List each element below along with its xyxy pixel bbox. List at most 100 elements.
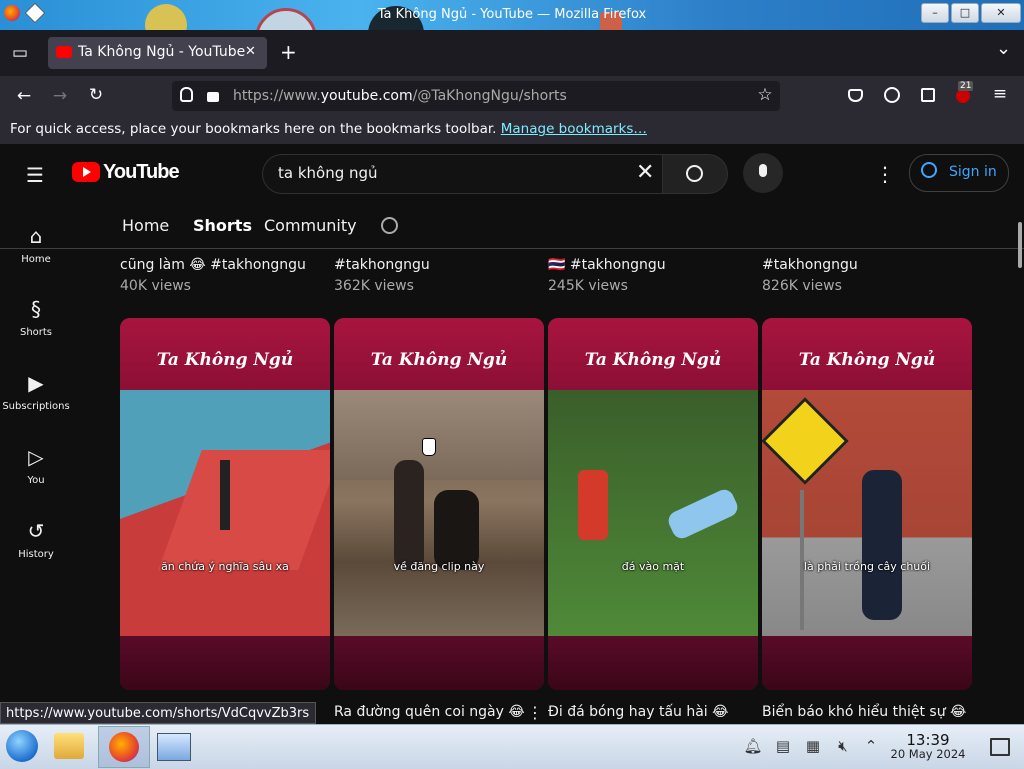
clipboard-icon[interactable]: ▤ xyxy=(773,737,793,755)
reload-button[interactable]: ↻ xyxy=(84,85,108,105)
close-tab-icon[interactable]: ✕ xyxy=(245,44,256,59)
firefox-view-icon[interactable]: ▭ xyxy=(8,43,32,63)
thumbnail-caption: về đăng clip này xyxy=(393,560,485,573)
updates-icon[interactable]: ▦ xyxy=(803,737,823,755)
notification-bell-icon[interactable]: 🔔︎ xyxy=(743,737,763,755)
sidebar-item-history[interactable]: ↺ History xyxy=(0,519,72,560)
sidebar-label: Shorts xyxy=(19,327,53,338)
sidebar-label: Subscriptions xyxy=(2,401,70,412)
view-count: 40K views xyxy=(120,278,191,294)
ublock-icon[interactable] xyxy=(956,89,970,103)
you-icon: ▷ xyxy=(28,445,44,469)
status-link-preview: https://www.youtube.com/shorts/VdCqvvZb3… xyxy=(0,702,317,724)
account-circle-icon xyxy=(921,162,937,178)
show-hidden-icons-icon[interactable]: ⌃ xyxy=(861,737,881,755)
clear-search-icon[interactable]: ✕ xyxy=(636,160,654,185)
app-menu-icon[interactable]: ≡ xyxy=(988,84,1012,104)
thumbnail-footer xyxy=(762,636,972,690)
guide-menu-icon[interactable]: ☰ xyxy=(26,163,44,187)
thumbnail-image xyxy=(120,390,330,636)
account-icon[interactable] xyxy=(884,87,900,103)
thumbnail-caption: là phải trồng cây chuối xyxy=(803,560,931,573)
youtube-logo-text[interactable]: YouTube xyxy=(103,161,180,184)
list-item[interactable]: 🇹🇭 #takhongngu 245K views xyxy=(548,255,666,294)
sidebar-item-shorts[interactable]: § Shorts xyxy=(0,297,72,338)
extension-badge: 21 xyxy=(958,81,974,91)
youtube-logo-icon[interactable] xyxy=(72,162,100,182)
short-thumbnail[interactable]: Ta Không Ngủ đá vào mặt xyxy=(548,318,758,690)
sidebar-item-subscriptions[interactable]: ▶ Subscriptions xyxy=(0,371,72,412)
list-all-tabs-icon[interactable]: ⌄ xyxy=(996,38,1011,59)
short-thumbnail[interactable]: Ta Không Ngủ là phải trồng cây chuối xyxy=(762,318,972,690)
more-actions-icon[interactable]: ⋮ xyxy=(527,703,543,722)
list-item[interactable]: #takhongngu 826K views xyxy=(762,255,858,294)
short-title: #takhongngu xyxy=(762,257,858,273)
thumbnail-caption: ăn chứa ý nghĩa sâu xa xyxy=(161,560,289,573)
search-button[interactable] xyxy=(662,154,728,194)
forward-button[interactable]: → xyxy=(48,86,72,106)
view-count: 826K views xyxy=(762,278,842,294)
voice-search-button[interactable] xyxy=(743,153,783,193)
minimize-button[interactable]: – xyxy=(921,3,949,23)
tab-home[interactable]: Home xyxy=(122,216,169,235)
scrollbar-thumb[interactable] xyxy=(1018,222,1022,268)
settings-more-icon[interactable]: ⋮ xyxy=(875,162,895,186)
short-title[interactable]: Biển báo khó hiểu thiệt sự 😂 xyxy=(762,704,966,720)
thumbnail-footer xyxy=(548,636,758,690)
file-manager-icon[interactable] xyxy=(54,733,84,759)
tab-shorts[interactable]: Shorts xyxy=(193,216,252,235)
sidebar-label: You xyxy=(27,475,45,486)
short-thumbnail[interactable]: Ta Không Ngủ ăn chứa ý nghĩa sâu xa xyxy=(120,318,330,690)
search-icon xyxy=(686,165,703,182)
view-count: 245K views xyxy=(548,278,628,294)
pocket-icon[interactable] xyxy=(848,89,863,102)
thumbnail-image xyxy=(762,390,972,636)
channel-brand-text: Ta Không Ngủ xyxy=(798,350,936,370)
new-tab-button[interactable]: + xyxy=(280,40,297,64)
short-thumbnail[interactable]: Ta Không Ngủ về đăng clip này xyxy=(334,318,544,690)
window-title: Ta Không Ngủ - YouTube — Mozilla Firefox xyxy=(377,7,647,22)
firefox-icon xyxy=(109,732,139,762)
volume-muted-icon[interactable]: 🔇︎ xyxy=(833,737,853,755)
subscriptions-icon: ▶ xyxy=(28,371,44,395)
sidebar-item-you[interactable]: ▷ You xyxy=(0,445,72,486)
short-title: #takhongngu xyxy=(334,257,430,273)
channel-search-icon[interactable] xyxy=(381,217,398,234)
list-item[interactable]: cũng làm 😂 #takhongngu 40K views xyxy=(120,255,306,294)
start-menu-icon[interactable] xyxy=(6,730,38,762)
youtube-favicon-icon xyxy=(56,46,72,58)
lock-icon[interactable] xyxy=(207,92,219,102)
sidebar-label: Home xyxy=(21,254,51,265)
hand-cursor-icon xyxy=(422,438,436,456)
url-text[interactable]: https://www.youtube.com/@TaKhongNgu/shor… xyxy=(233,88,567,104)
home-icon: ⌂ xyxy=(29,224,43,248)
clock-date[interactable]: 20 May 2024 xyxy=(880,747,976,761)
play-icon xyxy=(83,167,91,177)
list-item[interactable]: #takhongngu 362K views xyxy=(334,255,430,294)
thumbnail-image xyxy=(548,390,758,636)
bookmark-star-icon[interactable]: ☆ xyxy=(753,85,777,105)
tab-community[interactable]: Community xyxy=(264,216,357,235)
show-desktop-icon[interactable] xyxy=(990,738,1010,756)
close-window-button[interactable]: ✕ xyxy=(981,3,1021,23)
sidebar-item-home[interactable]: ⌂ Home xyxy=(0,224,72,265)
thumbnail-caption: đá vào mặt xyxy=(621,560,685,573)
tab-title: Ta Không Ngủ - YouTube xyxy=(78,44,246,60)
short-title[interactable]: Đi đá bóng hay tấu hài 😂 xyxy=(548,704,729,720)
manage-bookmarks-link[interactable]: Manage bookmarks… xyxy=(501,121,647,137)
back-button[interactable]: ← xyxy=(12,86,36,106)
channel-brand-text: Ta Không Ngủ xyxy=(584,350,722,370)
shield-icon[interactable] xyxy=(180,87,193,102)
taskbar-item-firefox[interactable] xyxy=(98,726,150,768)
maximize-button[interactable]: □ xyxy=(951,3,979,23)
channel-brand-text: Ta Không Ngủ xyxy=(156,350,294,370)
search-input-value[interactable]: ta không ngủ xyxy=(278,164,378,182)
thumbnail-footer xyxy=(120,636,330,690)
shorts-icon: § xyxy=(31,297,41,321)
thumbnail-footer xyxy=(334,636,544,690)
sign-in-label: Sign in xyxy=(949,164,997,180)
short-title: cũng làm 😂 #takhongngu xyxy=(120,257,306,273)
extensions-icon[interactable] xyxy=(921,88,935,102)
short-title[interactable]: Ra đường quên coi ngày 😂 xyxy=(334,704,525,720)
system-settings-icon[interactable] xyxy=(157,733,191,761)
